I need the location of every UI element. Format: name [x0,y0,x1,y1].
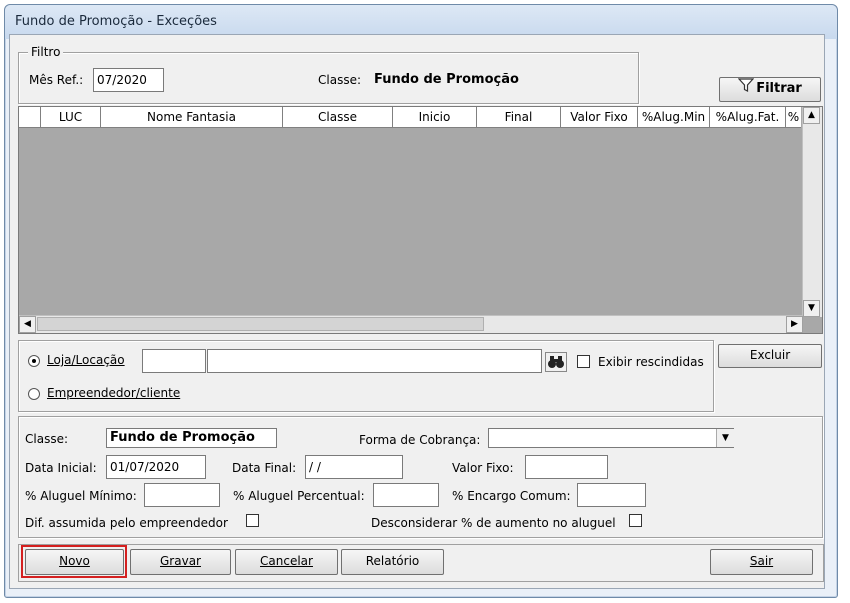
common-charge-label: % Encargo Comum: [452,489,571,503]
report-button[interactable]: Relatório [341,549,444,575]
scroll-left-icon[interactable]: ◀ [19,316,36,333]
grid-header: LUC Nome Fantasia Classe Inicio Final Va… [19,107,801,128]
show-rescinded-label: Exibir rescindidas [598,355,704,369]
end-date-input[interactable]: / / [305,455,403,479]
filter-button[interactable]: Filtrar [719,77,821,102]
fixed-value-input[interactable] [525,455,608,479]
grid-horizontal-scrollbar[interactable]: ◀ ▶ [19,315,803,333]
cancel-button[interactable]: Cancelar [235,549,338,575]
radio-owner[interactable] [28,388,40,400]
grid-vertical-scrollbar[interactable]: ▲ ▼ [802,107,822,317]
month-ref-label: Mês Ref.: [29,73,84,87]
pct-rent-input[interactable] [373,483,439,507]
store-name-input[interactable] [207,349,542,373]
grid-col-extra[interactable]: % [786,107,801,127]
min-rent-label: % Aluguel Mínimo: [25,489,137,503]
show-rescinded-checkbox[interactable] [577,355,590,368]
assumed-diff-checkbox[interactable] [246,514,259,527]
grid-col-inicio[interactable]: Inicio [393,107,477,127]
grid-col-luc[interactable]: LUC [41,107,101,127]
window-title: Fundo de Promoção - Exceções [15,14,217,29]
radio-store-label[interactable]: Loja/Locação [47,353,125,367]
filter-class-value: Fundo de Promoção [374,72,519,87]
cancel-button-label: Cancelar [260,554,313,568]
binoculars-icon[interactable] [545,352,567,372]
radio-owner-label[interactable]: Empreendedor/cliente [47,386,180,400]
form-class-label: Classe: [25,432,68,446]
scroll-up-icon[interactable]: ▲ [803,107,820,124]
billing-select[interactable] [488,428,734,448]
billing-label: Forma de Cobrança: [359,433,481,447]
report-button-label: Relatório [365,554,420,568]
new-button[interactable]: Novo [25,549,124,575]
scroll-down-icon[interactable]: ▼ [803,300,820,317]
exit-button-label: Sair [749,554,774,568]
filter-group-label: Filtro [28,45,64,59]
grid-col-alug-fat[interactable]: %Alug.Fat. [710,107,786,127]
grid-header-indicator [19,107,41,127]
common-charge-input[interactable] [577,483,646,507]
end-date-label: Data Final: [232,461,297,475]
start-date-label: Data Inicial: [25,461,97,475]
scroll-right-icon[interactable]: ▶ [786,316,803,333]
store-code-input[interactable] [142,349,206,373]
form-class-value: Fundo de Promoção [106,428,277,448]
grid-col-alug-min[interactable]: %Alug.Min [638,107,710,127]
grid-col-classe[interactable]: Classe [283,107,393,127]
filter-class-label: Classe: [318,73,361,87]
month-ref-input[interactable]: 07/2020 [93,68,164,92]
scroll-thumb[interactable] [37,317,484,331]
grid-col-valor-fixo[interactable]: Valor Fixo [561,107,638,127]
start-date-input[interactable]: 01/07/2020 [106,455,206,479]
chevron-down-icon[interactable]: ▼ [716,429,734,447]
grid-col-nome-fantasia[interactable]: Nome Fantasia [101,107,283,127]
delete-button[interactable]: Excluir [718,344,822,368]
save-button[interactable]: Gravar [130,549,231,575]
filter-button-label: Filtrar [756,81,802,96]
min-rent-input[interactable] [144,483,220,507]
save-button-label: Gravar [160,554,201,568]
funnel-icon [737,78,755,99]
exit-button[interactable]: Sair [710,549,813,575]
radio-store[interactable] [28,355,40,367]
grid-col-final[interactable]: Final [477,107,561,127]
new-button-label: Novo [59,554,90,568]
disregard-increase-label: Desconsiderar % de aumento no aluguel [371,516,616,530]
fixed-value-label: Valor Fixo: [452,461,514,475]
results-grid[interactable]: LUC Nome Fantasia Classe Inicio Final Va… [18,106,823,334]
pct-rent-label: % Aluguel Percentual: [233,489,365,503]
assumed-diff-label: Dif. assumida pelo empreendedor [25,516,228,530]
disregard-increase-checkbox[interactable] [629,514,642,527]
